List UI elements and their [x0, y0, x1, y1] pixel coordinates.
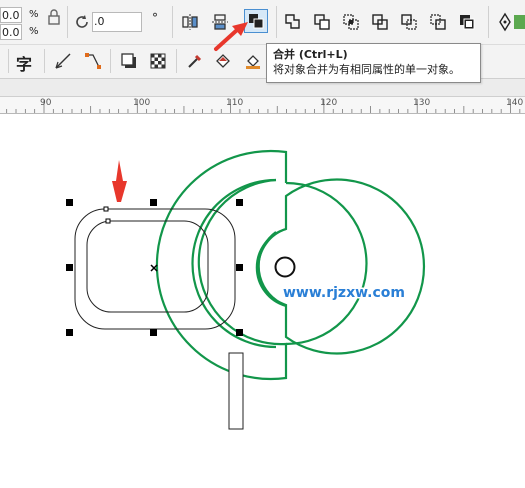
ruler-label: 90	[40, 98, 52, 108]
outline-color-icon[interactable]	[513, 12, 525, 32]
simplify-icon[interactable]	[370, 12, 390, 32]
tooltip-description: 将对象合并为有相同属性的单一对象。	[273, 63, 460, 76]
node-handle[interactable]	[105, 218, 111, 224]
lock-ratio-icon[interactable]	[44, 7, 64, 27]
separator	[8, 49, 9, 73]
trim-icon[interactable]	[312, 12, 332, 32]
front-minus-back-icon[interactable]	[399, 12, 419, 32]
watermark-text: www.rjzxw.com	[283, 285, 405, 301]
width-unit: %	[29, 9, 39, 20]
width-field[interactable]: 0.0	[0, 7, 22, 23]
ruler-label: 100	[133, 98, 151, 108]
ruler-label: 110	[226, 98, 244, 108]
intersect-icon[interactable]	[341, 12, 361, 32]
separator	[172, 6, 173, 38]
eyedropper-icon[interactable]	[185, 51, 205, 71]
interactive-fill-icon[interactable]	[213, 51, 233, 71]
ruler-label: 120	[320, 98, 338, 108]
separator	[44, 49, 45, 73]
degree-symbol: °	[152, 11, 158, 25]
back-minus-front-icon[interactable]	[428, 12, 448, 32]
separator	[276, 6, 277, 38]
tooltip-title: 合并 (Ctrl+L)	[273, 48, 348, 61]
rotate-icon	[76, 15, 88, 28]
connector-tool-icon[interactable]	[83, 51, 103, 71]
weld-icon[interactable]	[283, 12, 303, 32]
node-handle[interactable]	[103, 206, 109, 212]
separator	[176, 49, 177, 73]
rotation-angle-input[interactable]: .0	[92, 12, 142, 32]
line-tool-icon[interactable]	[53, 51, 73, 71]
mirror-horizontal-icon[interactable]	[180, 12, 200, 32]
horizontal-ruler[interactable]: 90 100 110 120 130 140	[0, 96, 525, 114]
inner-rounded-rect[interactable]	[86, 220, 209, 313]
height-field[interactable]: 0.0	[0, 24, 22, 40]
drawing-canvas[interactable]: www.rjzxw.com	[0, 113, 525, 488]
boundary-icon[interactable]	[457, 12, 477, 32]
small-circle[interactable]	[274, 256, 296, 278]
ruler-ticks	[6, 99, 521, 113]
annotation-arrow-down-icon	[112, 160, 127, 202]
green-semicircle-shape[interactable]	[155, 149, 426, 381]
separator	[488, 6, 489, 38]
pen-nib-icon[interactable]	[495, 12, 515, 32]
separator	[110, 49, 111, 73]
smart-fill-icon[interactable]	[243, 51, 263, 71]
drop-shadow-icon[interactable]	[119, 51, 139, 71]
transparency-icon[interactable]	[148, 51, 168, 71]
combine-tooltip: 合并 (Ctrl+L) 将对象合并为有相同属性的单一对象。	[266, 43, 481, 83]
property-bar: 0.0 0.0 % % .0 °	[0, 0, 525, 45]
narrow-rectangle[interactable]	[228, 352, 244, 430]
ruler-label: 130	[413, 98, 431, 108]
annotation-arrow-top-icon	[214, 22, 248, 51]
ruler-label: 140	[506, 98, 524, 108]
height-unit: %	[29, 26, 39, 37]
separator	[67, 6, 68, 38]
text-tool-icon[interactable]: 字	[16, 51, 32, 75]
